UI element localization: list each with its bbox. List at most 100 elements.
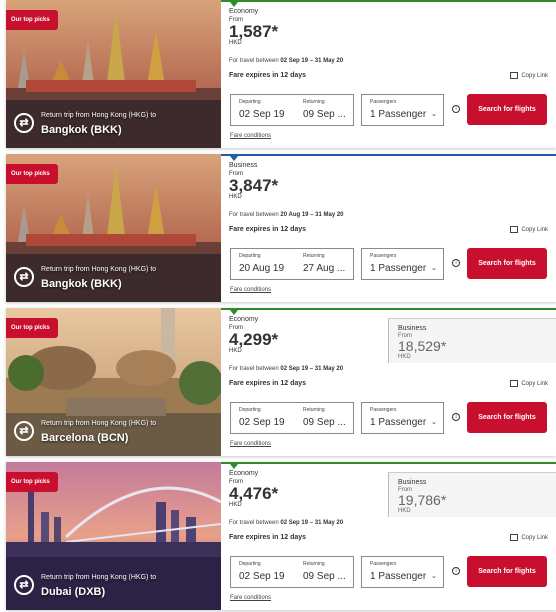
destination-name: Barcelona (BCN) xyxy=(41,432,129,444)
search-flights-button[interactable]: Search for flights xyxy=(467,248,547,279)
departing-date[interactable]: 02 Sep 19 xyxy=(239,571,285,582)
fare-summary[interactable]: Economy From 4,299* HKD xyxy=(229,316,389,354)
returning-label: Returning xyxy=(303,253,325,259)
cabin-indicator-notch xyxy=(230,464,238,469)
destination-name: Bangkok (BKK) xyxy=(41,278,122,290)
top-picks-badge: Our top picks xyxy=(6,318,58,338)
info-icon[interactable]: i xyxy=(452,413,460,421)
fare-summary: Economy From 1,587* HKD xyxy=(229,8,389,46)
passengers-value: 1 Passenger xyxy=(370,571,427,582)
copy-link-button[interactable]: Copy Link xyxy=(510,226,548,233)
cabin-indicator-bar xyxy=(221,308,556,310)
info-icon[interactable]: i xyxy=(452,105,460,113)
destination-image[interactable]: Our top picks ⇄ Return trip from Hong Ko… xyxy=(6,462,221,610)
returning-date[interactable]: 27 Aug ... xyxy=(303,263,345,274)
copy-link-icon xyxy=(510,226,519,233)
fare-conditions-link[interactable]: Fare conditions xyxy=(230,133,271,139)
cabin-class: Economy xyxy=(229,470,259,477)
passenger-selector[interactable]: Passengers 1 Passenger ⌄ xyxy=(361,94,444,126)
passenger-selector[interactable]: Passengers 1 Passenger ⌄ xyxy=(361,248,444,280)
travel-prefix: For travel between xyxy=(229,520,279,526)
destination-name: Dubai (DXB) xyxy=(41,586,106,598)
travel-period: For travel between 02 Sep 19 – 31 May 20 xyxy=(229,366,343,372)
route-label: Return trip from Hong Kong (HKG) to xyxy=(41,266,157,273)
copy-link-label: Copy Link xyxy=(521,381,548,388)
copy-link-button[interactable]: Copy Link xyxy=(510,72,548,79)
date-selector[interactable]: Departing 02 Sep 19 Returning 09 Sep ... xyxy=(230,402,354,434)
fare-price: 4,299* xyxy=(229,330,279,349)
fare-conditions-link[interactable]: Fare conditions xyxy=(230,595,271,601)
travel-dates: 02 Sep 19 – 31 May 20 xyxy=(280,520,344,526)
fare-expiry: Fare expires in 12 days xyxy=(229,72,307,79)
return-arrows-icon: ⇄ xyxy=(14,267,34,287)
offer-card: Our top picks ⇄ Return trip from Hong Ko… xyxy=(6,154,556,302)
chevron-down-icon: ⌄ xyxy=(431,265,437,272)
passenger-selector[interactable]: Passengers 1 Passenger ⌄ xyxy=(361,402,444,434)
alt-cabin-class: Business xyxy=(398,479,427,486)
copy-link-icon xyxy=(510,380,519,387)
offer-card: Our top picks ⇄ Return trip from Hong Ko… xyxy=(6,308,556,456)
travel-period: For travel between 20 Aug 19 – 31 May 20 xyxy=(229,212,344,218)
returning-date[interactable]: 09 Sep ... xyxy=(303,571,346,582)
passenger-selector[interactable]: Passengers 1 Passenger ⌄ xyxy=(361,556,444,588)
travel-dates: 20 Aug 19 – 31 May 20 xyxy=(280,212,344,218)
returning-label: Returning xyxy=(303,561,325,567)
returning-date[interactable]: 09 Sep ... xyxy=(303,109,346,120)
return-arrows-icon: ⇄ xyxy=(14,421,34,441)
chevron-down-icon: ⌄ xyxy=(431,573,437,580)
fare-expiry: Fare expires in 12 days xyxy=(229,534,307,541)
departing-label: Departing xyxy=(239,253,261,259)
returning-date[interactable]: 09 Sep ... xyxy=(303,417,346,428)
search-flights-button[interactable]: Search for flights xyxy=(467,402,547,433)
travel-prefix: For travel between xyxy=(229,366,279,372)
copy-link-button[interactable]: Copy Link xyxy=(510,380,548,387)
passengers-label: Passengers xyxy=(370,407,397,413)
departing-date[interactable]: 02 Sep 19 xyxy=(239,417,285,428)
alt-currency: HKD xyxy=(398,354,411,360)
departing-label: Departing xyxy=(239,99,261,105)
cabin-indicator-bar xyxy=(221,0,556,2)
chevron-down-icon: ⌄ xyxy=(431,111,437,118)
travel-period: For travel between 02 Sep 19 – 31 May 20 xyxy=(229,58,343,64)
alternate-cabin-fare[interactable]: Business From 19,786* HKD xyxy=(388,472,556,517)
returning-label: Returning xyxy=(303,407,325,413)
alt-fare-price: 18,529* xyxy=(398,338,447,354)
copy-link-button[interactable]: Copy Link xyxy=(510,534,548,541)
copy-link-icon xyxy=(510,534,519,541)
return-arrows-icon: ⇄ xyxy=(14,113,34,133)
search-flights-button[interactable]: Search for flights xyxy=(467,94,547,125)
date-selector[interactable]: Departing 02 Sep 19 Returning 09 Sep ... xyxy=(230,556,354,588)
fare-price: 3,847* xyxy=(229,176,279,195)
top-picks-badge: Our top picks xyxy=(6,164,58,184)
fare-conditions-link[interactable]: Fare conditions xyxy=(230,441,271,447)
destination-image[interactable]: Our top picks ⇄ Return trip from Hong Ko… xyxy=(6,0,221,148)
passengers-value: 1 Passenger xyxy=(370,109,427,120)
top-picks-badge: Our top picks xyxy=(6,10,58,30)
destination-image[interactable]: Our top picks ⇄ Return trip from Hong Ko… xyxy=(6,154,221,302)
date-selector[interactable]: Departing 02 Sep 19 Returning 09 Sep ... xyxy=(230,94,354,126)
departing-date[interactable]: 02 Sep 19 xyxy=(239,109,285,120)
alternate-cabin-fare[interactable]: Business From 18,529* HKD xyxy=(388,318,556,363)
fare-expiry: Fare expires in 12 days xyxy=(229,380,307,387)
info-icon[interactable]: i xyxy=(452,259,460,267)
passengers-label: Passengers xyxy=(370,99,397,105)
destination-image[interactable]: Our top picks ⇄ Return trip from Hong Ko… xyxy=(6,308,221,456)
fare-summary[interactable]: Economy From 4,476* HKD xyxy=(229,470,389,508)
alt-currency: HKD xyxy=(398,508,411,514)
travel-dates: 02 Sep 19 – 31 May 20 xyxy=(280,366,344,372)
fare-conditions-link[interactable]: Fare conditions xyxy=(230,287,271,293)
copy-link-icon xyxy=(510,72,519,79)
info-icon[interactable]: i xyxy=(452,567,460,575)
destination-name: Bangkok (BKK) xyxy=(41,124,122,136)
passengers-value: 1 Passenger xyxy=(370,263,427,274)
route-label: Return trip from Hong Kong (HKG) to xyxy=(41,420,157,427)
search-flights-button[interactable]: Search for flights xyxy=(467,556,547,587)
passengers-label: Passengers xyxy=(370,561,397,567)
departing-date[interactable]: 20 Aug 19 xyxy=(239,263,284,274)
travel-prefix: For travel between xyxy=(229,212,279,218)
cabin-indicator-bar xyxy=(221,462,556,464)
offer-card: Our top picks ⇄ Return trip from Hong Ko… xyxy=(6,462,556,610)
offer-card: Our top picks ⇄ Return trip from Hong Ko… xyxy=(6,0,556,148)
date-selector[interactable]: Departing 20 Aug 19 Returning 27 Aug ... xyxy=(230,248,354,280)
copy-link-label: Copy Link xyxy=(521,535,548,542)
